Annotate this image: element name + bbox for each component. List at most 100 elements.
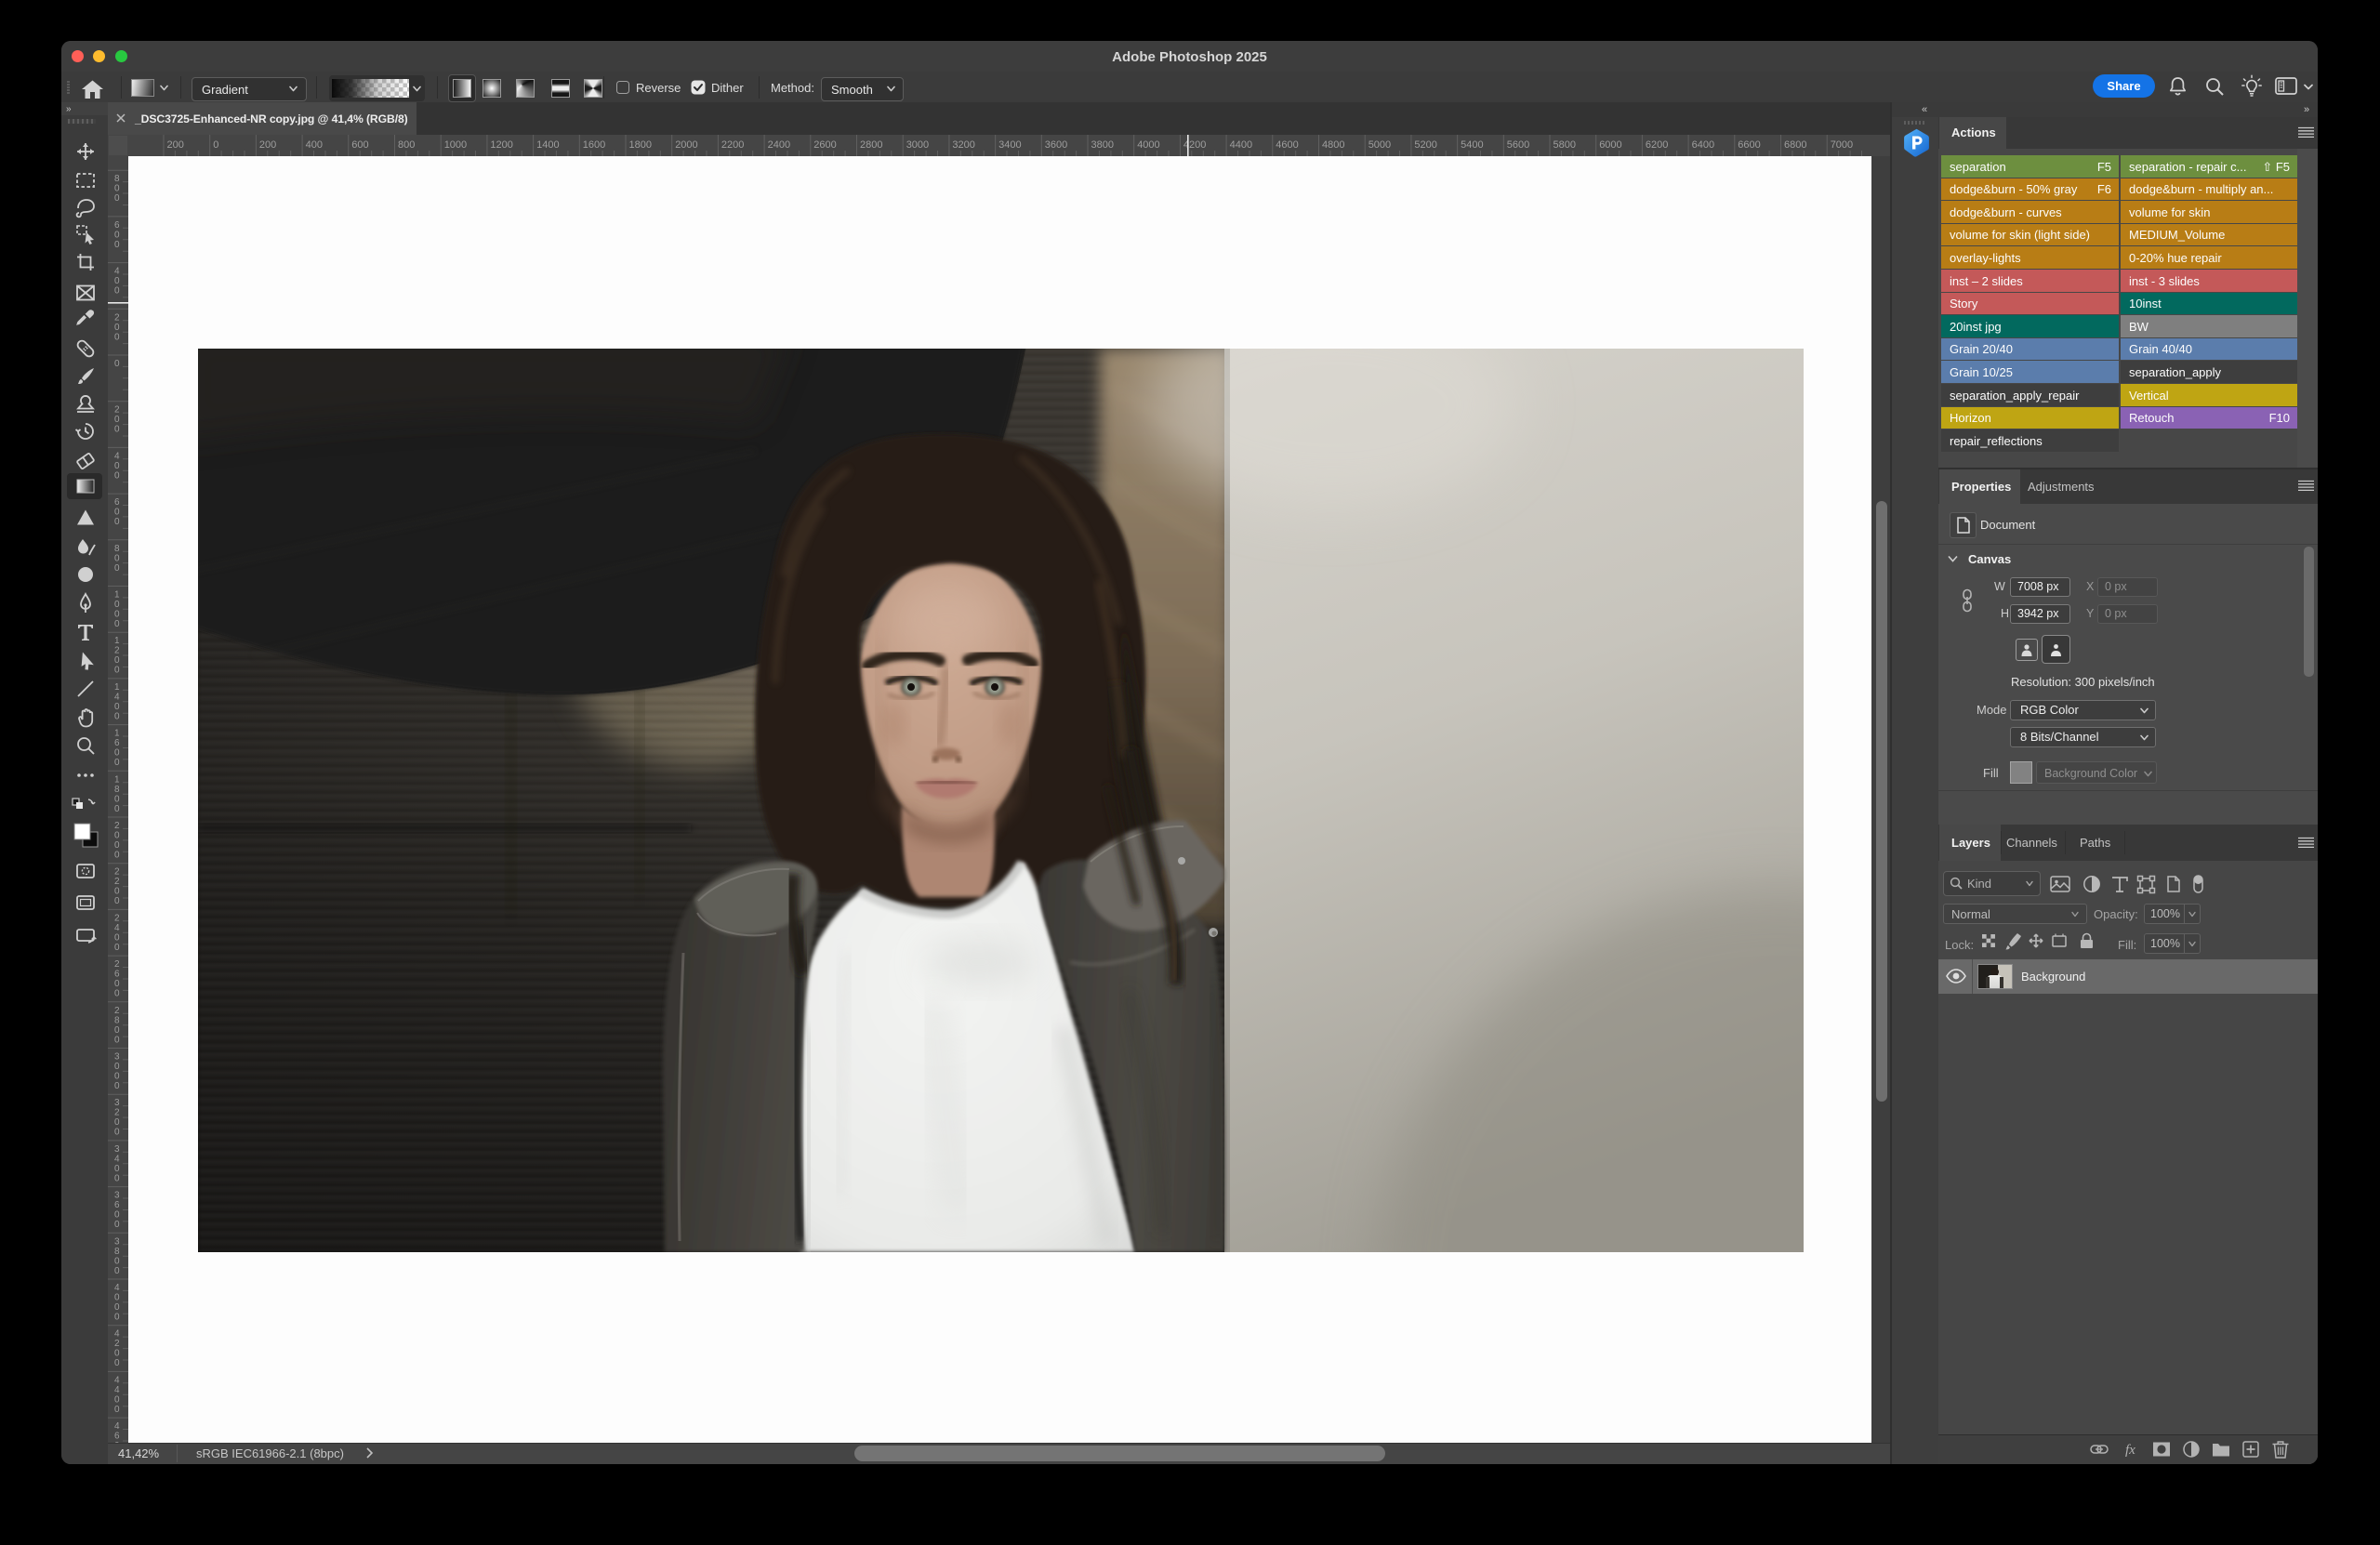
svg-text:1400: 1400 <box>536 139 559 151</box>
svg-text:5600: 5600 <box>1507 139 1529 151</box>
svg-text:6: 6 <box>114 1432 120 1442</box>
svg-text:2000: 2000 <box>675 139 697 151</box>
svg-text:0: 0 <box>114 415 120 425</box>
svg-text:800: 800 <box>398 139 415 151</box>
svg-text:0: 0 <box>114 989 120 999</box>
svg-text:4: 4 <box>114 923 120 933</box>
svg-text:0: 0 <box>114 425 120 435</box>
svg-text:2800: 2800 <box>860 139 882 151</box>
svg-text:4: 4 <box>114 1385 120 1395</box>
svg-text:0: 0 <box>114 1313 120 1323</box>
svg-text:4200: 4200 <box>1183 139 1206 151</box>
svg-text:2: 2 <box>114 959 120 970</box>
svg-text:0: 0 <box>114 851 120 861</box>
svg-text:0: 0 <box>114 359 120 369</box>
svg-text:8: 8 <box>114 785 120 795</box>
svg-text:0: 0 <box>114 323 120 333</box>
svg-text:1600: 1600 <box>583 139 605 151</box>
svg-text:0: 0 <box>114 831 120 841</box>
svg-text:0: 0 <box>114 470 120 481</box>
svg-text:0: 0 <box>114 1220 120 1230</box>
svg-text:0: 0 <box>114 943 120 953</box>
svg-text:6600: 6600 <box>1738 139 1760 151</box>
svg-text:0: 0 <box>114 553 120 563</box>
svg-text:4: 4 <box>114 692 120 702</box>
svg-text:2: 2 <box>114 405 120 416</box>
svg-text:200: 200 <box>167 139 184 151</box>
svg-text:3: 3 <box>114 1191 120 1201</box>
svg-text:2: 2 <box>114 867 120 878</box>
svg-text:4: 4 <box>114 1154 120 1164</box>
svg-text:2: 2 <box>114 821 120 831</box>
svg-text:0: 0 <box>114 563 120 574</box>
svg-text:1: 1 <box>114 590 120 601</box>
svg-text:8: 8 <box>114 1015 120 1025</box>
svg-text:0: 0 <box>114 932 120 943</box>
svg-text:6200: 6200 <box>1646 139 1668 151</box>
svg-text:2: 2 <box>114 1006 120 1016</box>
svg-text:0: 0 <box>114 711 120 721</box>
svg-text:4: 4 <box>114 1421 120 1432</box>
svg-text:0: 0 <box>114 1405 120 1415</box>
svg-text:0: 0 <box>114 1266 120 1276</box>
svg-text:0: 0 <box>114 517 120 527</box>
svg-text:2600: 2600 <box>813 139 836 151</box>
svg-text:0: 0 <box>114 619 120 629</box>
svg-text:0: 0 <box>114 461 120 471</box>
svg-text:4: 4 <box>114 1375 120 1385</box>
svg-text:6: 6 <box>114 970 120 980</box>
svg-text:1: 1 <box>114 682 120 693</box>
svg-text:0: 0 <box>114 508 120 518</box>
svg-text:0: 0 <box>114 610 120 620</box>
svg-text:0: 0 <box>114 702 120 712</box>
svg-text:6: 6 <box>114 220 120 231</box>
svg-text:0: 0 <box>114 1210 120 1221</box>
svg-text:3200: 3200 <box>952 139 974 151</box>
svg-text:0: 0 <box>114 1164 120 1174</box>
svg-text:0: 0 <box>114 1117 120 1128</box>
svg-text:2400: 2400 <box>768 139 790 151</box>
svg-text:0: 0 <box>114 230 120 240</box>
svg-text:0: 0 <box>114 794 120 804</box>
svg-text:4: 4 <box>114 1329 120 1340</box>
svg-text:0: 0 <box>114 193 120 204</box>
svg-text:3600: 3600 <box>1045 139 1067 151</box>
svg-text:0: 0 <box>114 276 120 286</box>
svg-text:8: 8 <box>114 174 120 184</box>
svg-text:0: 0 <box>114 184 120 194</box>
svg-text:0: 0 <box>114 1302 120 1313</box>
svg-text:6: 6 <box>114 1200 120 1210</box>
svg-text:1: 1 <box>114 636 120 646</box>
svg-text:400: 400 <box>306 139 323 151</box>
svg-text:200: 200 <box>259 139 276 151</box>
svg-text:8: 8 <box>114 1247 120 1257</box>
svg-text:0: 0 <box>114 1072 120 1082</box>
svg-text:6400: 6400 <box>1692 139 1714 151</box>
svg-text:fx: fx <box>2125 1443 2135 1458</box>
svg-text:0: 0 <box>114 887 120 897</box>
svg-text:5800: 5800 <box>1554 139 1576 151</box>
svg-text:0: 0 <box>114 332 120 342</box>
svg-text:600: 600 <box>351 139 368 151</box>
svg-text:1000: 1000 <box>444 139 467 151</box>
svg-text:1: 1 <box>114 774 120 785</box>
svg-text:2: 2 <box>114 312 120 323</box>
svg-text:5000: 5000 <box>1368 139 1391 151</box>
svg-text:3000: 3000 <box>906 139 929 151</box>
svg-text:0: 0 <box>114 758 120 768</box>
svg-text:2: 2 <box>114 646 120 656</box>
svg-text:0: 0 <box>114 1394 120 1405</box>
svg-text:0: 0 <box>114 896 120 906</box>
svg-text:0: 0 <box>114 240 120 250</box>
svg-text:0: 0 <box>114 1349 120 1359</box>
svg-text:0: 0 <box>114 666 120 676</box>
svg-text:7000: 7000 <box>1831 139 1853 151</box>
svg-text:3800: 3800 <box>1091 139 1114 151</box>
svg-text:5400: 5400 <box>1461 139 1483 151</box>
svg-text:6000: 6000 <box>1599 139 1621 151</box>
svg-text:2200: 2200 <box>721 139 744 151</box>
svg-text:0: 0 <box>114 1173 120 1183</box>
svg-text:0: 0 <box>114 655 120 666</box>
svg-text:3: 3 <box>114 1098 120 1108</box>
svg-text:0: 0 <box>114 1062 120 1072</box>
